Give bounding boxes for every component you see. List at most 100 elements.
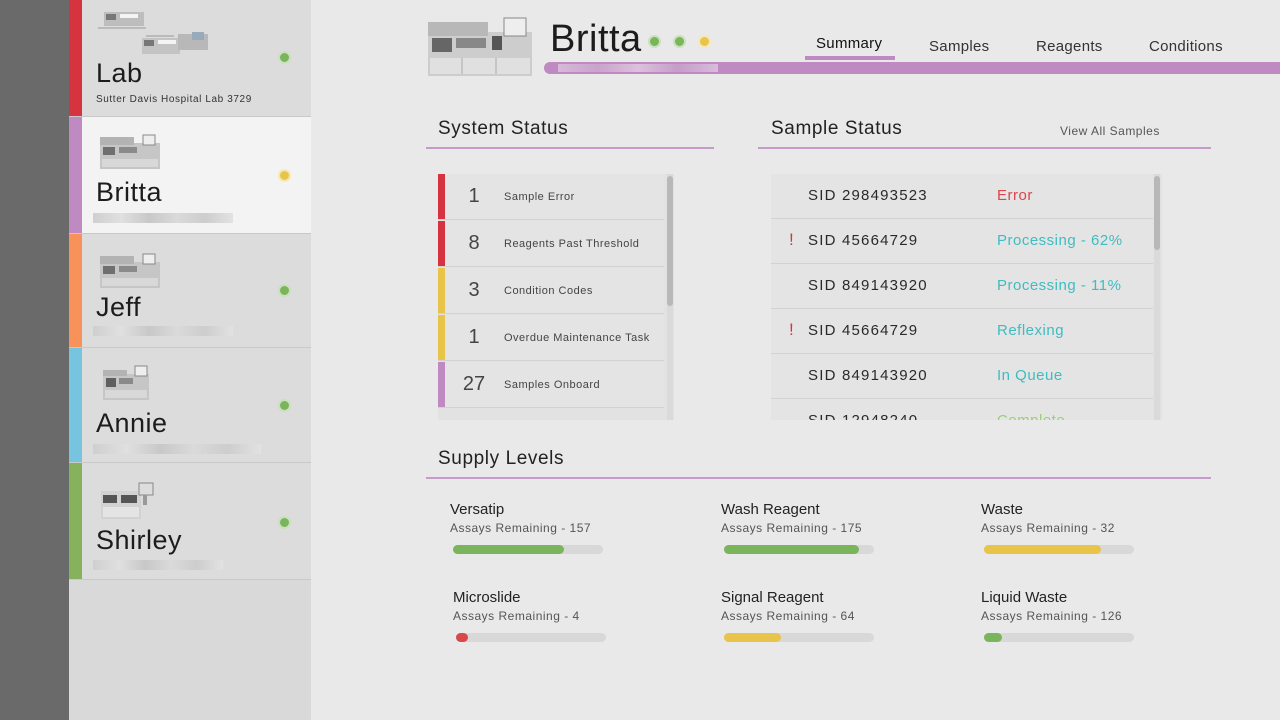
scrollbar-thumb[interactable] (1154, 176, 1160, 250)
system-status-row[interactable]: 3 Condition Codes (438, 268, 664, 314)
supply-level-track (724, 545, 874, 554)
sample-row[interactable]: ! SID 45664729 Reflexing (771, 309, 1153, 354)
supply-level-track (984, 545, 1134, 554)
sample-row[interactable]: SID 298493523 Error (771, 174, 1153, 219)
status-indicator (278, 169, 291, 182)
severity-marker (438, 315, 445, 360)
status-indicator (278, 284, 291, 297)
sidebar-item-subtitle: Sutter Davis Hospital Lab 3729 (96, 94, 252, 105)
supply-level-fill (984, 545, 1101, 554)
status-label: Samples Onboard (504, 379, 601, 391)
sample-status-list: SID 298493523 Error! SID 45664729 Processin… (771, 174, 1162, 420)
status-label: Overdue Maintenance Task (504, 332, 650, 344)
sidebar-item-shirley[interactable]: Shirley (69, 463, 311, 580)
sidebar-item-stripe (69, 234, 82, 347)
sidebar-item-stripe (69, 463, 82, 579)
supply-name: Versatip (450, 501, 505, 518)
supply-name: Liquid Waste (981, 589, 1068, 606)
sample-row[interactable]: SID 12948240 Complete (771, 399, 1153, 420)
system-status-row[interactable]: 1 Sample Error (438, 174, 664, 220)
page-title: Britta (550, 18, 642, 60)
tab-summary[interactable]: Summary (816, 35, 882, 52)
sample-status: Processing - 11% (997, 277, 1122, 294)
analyzer-icon (100, 134, 160, 169)
sample-status: Reflexing (997, 322, 1065, 339)
section-divider (426, 477, 1211, 479)
supply-name: Wash Reagent (721, 501, 820, 518)
analyzer-icon (100, 253, 160, 288)
section-divider (426, 147, 714, 149)
sample-id: SID 849143920 (808, 367, 928, 384)
sidebar-item-stripe (69, 0, 82, 116)
sidebar-item-stripe (69, 117, 82, 233)
tab-samples[interactable]: Samples (929, 38, 989, 55)
status-count: 1 (468, 185, 480, 207)
supply-level-fill (724, 545, 859, 554)
supply-level-track (456, 633, 606, 642)
supply-remaining: Assays Remaining - 157 (450, 521, 592, 535)
sidebar-item-stripe (69, 348, 82, 462)
analyzer-icon (428, 17, 532, 76)
sample-row[interactable]: SID 849143920 In Queue (771, 354, 1153, 399)
status-indicator (698, 35, 711, 48)
redacted-subtitle (93, 326, 233, 336)
sample-id: SID 849143920 (808, 277, 928, 294)
status-count: 1 (468, 326, 480, 348)
status-count: 8 (468, 232, 480, 254)
system-status-row[interactable]: 8 Reagents Past Threshold (438, 221, 664, 267)
analyzer-icon (103, 365, 149, 400)
supply-remaining: Assays Remaining - 175 (721, 521, 863, 535)
sample-row[interactable]: ! SID 45664729 Processing - 62% (771, 219, 1153, 264)
severity-marker (438, 268, 445, 313)
analyzer-icon (101, 482, 154, 519)
status-count: 3 (468, 279, 480, 301)
active-tab-indicator (805, 56, 895, 60)
system-status-row[interactable]: 1 Overdue Maintenance Task (438, 315, 664, 361)
supply-remaining: Assays Remaining - 32 (981, 521, 1115, 535)
scrollbar-thumb[interactable] (667, 176, 673, 306)
sidebar-item-name: Lab (96, 58, 143, 88)
status-indicator (278, 399, 291, 412)
tab-conditions[interactable]: Conditions (1149, 38, 1223, 55)
sidebar-item-lab[interactable]: Lab Sutter Davis Hospital Lab 3729 (69, 0, 311, 117)
status-indicator (278, 516, 291, 529)
sample-id: SID 45664729 (808, 232, 919, 249)
supply-remaining: Assays Remaining - 126 (981, 609, 1123, 623)
redacted-subtitle (93, 560, 223, 570)
view-all-samples-link[interactable]: View All Samples (1060, 124, 1160, 138)
sidebar-item-name: Shirley (96, 525, 183, 555)
supply-name: Signal Reagent (721, 589, 824, 606)
sample-status: Error (997, 187, 1033, 204)
sample-row[interactable]: SID 849143920 Processing - 11% (771, 264, 1153, 309)
section-divider (758, 147, 1211, 149)
status-indicator (673, 35, 686, 48)
status-label: Condition Codes (504, 285, 593, 297)
status-indicator (648, 35, 661, 48)
sample-status: Complete (997, 412, 1065, 420)
sidebar-item-annie[interactable]: Annie (69, 348, 311, 463)
supply-remaining: Assays Remaining - 4 (453, 609, 580, 623)
status-label: Reagents Past Threshold (504, 238, 640, 250)
system-status-title: System Status (438, 118, 569, 139)
redacted-header-text (558, 64, 718, 72)
sidebar-item-name: Annie (96, 408, 168, 438)
supply-level-fill (456, 633, 468, 642)
supply-name: Microslide (453, 589, 521, 606)
supply-level-track (984, 633, 1134, 642)
status-indicator (278, 51, 291, 64)
sidebar-item-name: Britta (96, 177, 163, 207)
app-root: Lab Sutter Davis Hospital Lab 3729 Britt… (0, 0, 1280, 720)
sidebar-item-name: Jeff (96, 292, 142, 322)
sidebar-item-britta[interactable]: Britta (69, 117, 311, 234)
left-gutter (0, 0, 69, 720)
sample-id: SID 45664729 (808, 322, 919, 339)
redacted-subtitle (93, 213, 233, 223)
tab-reagents[interactable]: Reagents (1036, 38, 1103, 55)
system-status-row[interactable]: 27 Samples Onboard (438, 362, 664, 408)
alert-icon: ! (789, 230, 794, 249)
sidebar-item-jeff[interactable]: Jeff (69, 234, 311, 348)
severity-marker (438, 362, 445, 407)
lab-instruments-icon (98, 12, 208, 54)
supply-level-fill (724, 633, 781, 642)
supply-name: Waste (981, 501, 1023, 518)
